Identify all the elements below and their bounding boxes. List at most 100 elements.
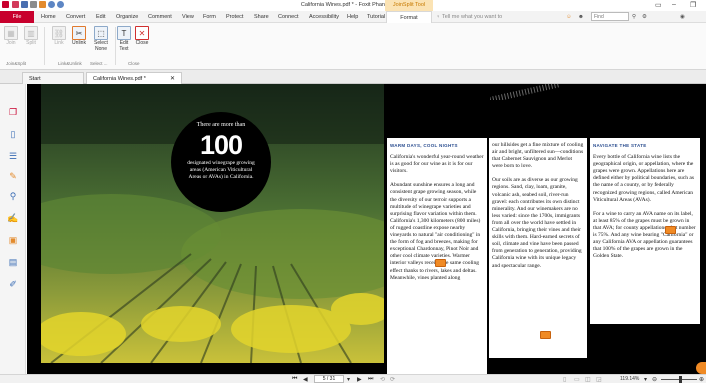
single-page-icon[interactable]: ▯ (563, 376, 566, 383)
comments-icon[interactable]: ✎ (7, 170, 19, 182)
fit-page-icon[interactable]: ◲ (596, 376, 602, 383)
page-dropdown-icon[interactable]: ▾ (347, 376, 350, 383)
notification-icon[interactable]: ☺ (566, 14, 572, 20)
split-button[interactable]: ▥ Split (22, 26, 40, 46)
menu-convert[interactable]: Convert (66, 14, 85, 20)
text-column-1[interactable]: WARM DAYS, COOL NIGHTS California's wond… (387, 138, 487, 374)
find-input[interactable]: Find (591, 12, 629, 21)
close-tool-button[interactable]: ✕ Close (134, 26, 150, 46)
select-none-button[interactable]: ⬚ Select None (90, 26, 112, 52)
text-column-2[interactable]: our hillsides get a fine mixture of cool… (489, 138, 587, 358)
content-icon[interactable]: ▤ (7, 256, 19, 268)
first-page-icon[interactable]: ⏮ (292, 376, 297, 383)
next-page-icon[interactable]: ▶ (357, 376, 362, 383)
select-none-label: Select None (94, 40, 108, 52)
menu-format[interactable]: Format (386, 11, 432, 23)
menu-home[interactable]: Home (41, 14, 56, 20)
zoom-dropdown-icon[interactable]: ▾ (644, 376, 647, 383)
paragraph: California's wonderful year-round weathe… (390, 154, 484, 175)
next-view-icon[interactable]: ⟳ (390, 376, 395, 383)
menu-accessibility[interactable]: Accessibility (309, 14, 339, 20)
group-label-joinsplit: Join&Split (6, 61, 27, 66)
tab-close-icon[interactable]: ✕ (170, 75, 175, 82)
minimize-icon[interactable]: – (672, 1, 676, 8)
menu-file[interactable]: File (0, 11, 34, 23)
ribbon-display-icon[interactable]: ▭ (655, 1, 662, 9)
edit-text-label: Edit Text (119, 40, 129, 52)
column-heading-warm-days: WARM DAYS, COOL NIGHTS (390, 143, 458, 148)
link-button[interactable]: ⛓ Link (50, 26, 68, 46)
page-number-input[interactable]: 5 / 31 (314, 375, 344, 383)
last-page-icon[interactable]: ⏭ (368, 376, 373, 383)
page-turn-handle[interactable] (696, 362, 706, 374)
link-icon: ⛓ (52, 26, 66, 40)
menu-share[interactable]: Share (254, 14, 269, 20)
ribbon: ▦ Join ▥ Split ⛓ Link ✂ Unlink ⬚ Select … (0, 23, 706, 70)
title-bar: California Wines.pdf * - Foxit PhantomPD… (0, 0, 706, 11)
help-icon[interactable]: ◉ (680, 14, 685, 20)
join-label: Join (6, 40, 16, 46)
close-icon: ✕ (135, 26, 149, 40)
menu-help[interactable]: Help (347, 14, 358, 20)
tags-icon[interactable]: ✐ (7, 278, 19, 290)
article-link-marker[interactable] (435, 259, 446, 267)
zoom-in-icon[interactable]: ⊕ (699, 376, 704, 383)
security-lock-icon[interactable]: ▣ (7, 234, 19, 246)
find-placeholder: Find (594, 14, 604, 20)
menu-tutorial[interactable]: Tutorial (367, 14, 385, 20)
pages-icon[interactable]: ▯ (7, 128, 19, 140)
text-column-3[interactable]: NAVIGATE THE STATE Every bottle of Calif… (590, 138, 700, 324)
tab-california-wines[interactable]: California Wines.pdf * ✕ (86, 72, 182, 84)
document-viewer[interactable]: There are more than 100 designated wineg… (27, 84, 706, 374)
menu-connect[interactable]: Connect (278, 14, 299, 20)
edit-text-button[interactable]: T Edit Text (116, 26, 132, 52)
left-navigation-panel: ❐ ▯ ☰ ✎ ⚲ ✍ ▣ ▤ ✐ (0, 84, 26, 374)
restore-icon[interactable]: ❐ (690, 1, 696, 9)
join-button[interactable]: ▦ Join (2, 26, 20, 46)
zoom-out-icon[interactable]: ⊖ (652, 376, 657, 383)
zoom-slider-thumb[interactable] (679, 376, 682, 383)
column-heading-navigate-state: NAVIGATE THE STATE (593, 143, 647, 148)
stat-description-text: designated winegrape growing areas (Amer… (187, 160, 255, 180)
group-label-close: Close (128, 61, 140, 66)
group-label-select: Select ... (90, 61, 108, 66)
lightbulb-icon: ♀ (436, 14, 441, 20)
group-label-linkunlink: Link&Unlink (58, 61, 82, 66)
edit-text-icon: T (117, 26, 131, 40)
menu-comment[interactable]: Comment (148, 14, 172, 20)
previous-page-icon[interactable]: ◀ (303, 376, 308, 383)
unlink-label: Unlink (72, 40, 86, 46)
previous-view-icon[interactable]: ⟲ (380, 376, 385, 383)
document-tab-strip: Start California Wines.pdf * ✕ (0, 70, 706, 84)
settings-icon[interactable]: ⚙ (642, 14, 647, 20)
layers-icon[interactable]: ☰ (7, 150, 19, 162)
tab-start-label: Start (29, 76, 41, 82)
ribbon-separator (44, 27, 45, 65)
menu-organize[interactable]: Organize (116, 14, 138, 20)
continuous-icon[interactable]: ▭ (574, 376, 580, 383)
split-label: Split (26, 40, 36, 46)
join-icon: ▦ (4, 26, 18, 40)
user-icon[interactable]: ☻ (578, 14, 584, 20)
menu-view[interactable]: View (182, 14, 194, 20)
tell-me-input[interactable]: Tell me what you want to (442, 14, 502, 20)
menu-protect[interactable]: Protect (226, 14, 243, 20)
facing-icon[interactable]: ◫ (585, 376, 591, 383)
stat-number: 100 (199, 130, 243, 160)
zoom-level: 119.14% (620, 376, 640, 382)
menu-edit[interactable]: Edit (96, 14, 105, 20)
select-none-icon: ⬚ (94, 26, 108, 40)
page-number: 5 / 31 (322, 376, 336, 382)
article-link-marker[interactable] (665, 226, 676, 234)
search-icon[interactable]: ⚲ (632, 14, 636, 20)
article-link-marker[interactable] (540, 331, 551, 339)
window-title: California Wines.pdf * - Foxit PhantomPD… (300, 2, 406, 8)
menu-form[interactable]: Form (203, 14, 216, 20)
attachment-icon[interactable]: ⚲ (7, 190, 19, 202)
signature-icon[interactable]: ✍ (7, 212, 19, 224)
tab-start[interactable]: Start (22, 72, 84, 84)
unlink-icon: ✂ (72, 26, 86, 40)
unlink-button[interactable]: ✂ Unlink (69, 26, 89, 46)
close-label: Close (135, 40, 149, 46)
bookmark-icon[interactable]: ❐ (7, 106, 19, 118)
